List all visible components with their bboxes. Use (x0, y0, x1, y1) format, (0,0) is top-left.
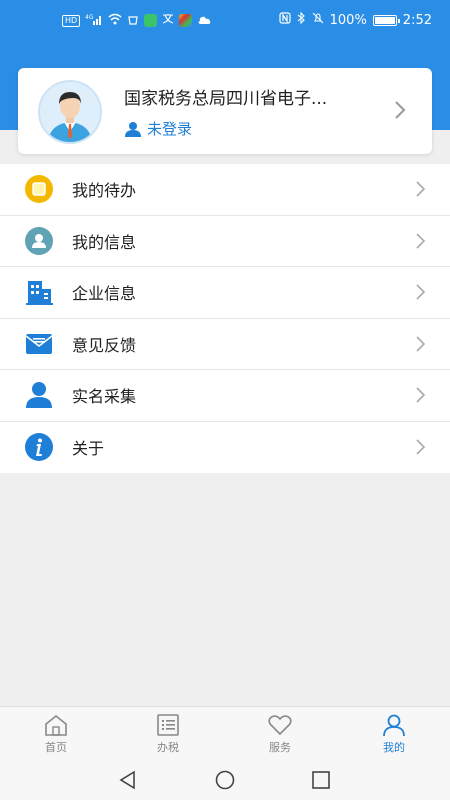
status-bar: HD 4G 100% 2:52 (0, 0, 450, 42)
profile-name: 国家税务总局四川省电子... (124, 89, 328, 109)
heart-icon (268, 715, 292, 736)
menu-list: 我的待办 我的信息 企业信息 意见反馈 实名采集 关于 (0, 164, 450, 473)
home-circle-icon[interactable] (214, 769, 236, 791)
bluetooth-icon (297, 11, 306, 28)
menu-label: 实名采集 (72, 387, 137, 407)
translate-icon (162, 13, 174, 28)
list-icon (157, 714, 179, 736)
info-icon (24, 432, 54, 462)
menu-item-my-info[interactable]: 我的信息 (0, 216, 450, 267)
chevron-right-icon (416, 439, 426, 455)
app-colorful-icon (179, 14, 193, 27)
menu-label: 我的待办 (72, 181, 137, 201)
status-right-icons: 100% 2:52 (279, 11, 432, 28)
avatar (38, 80, 102, 144)
menu-item-todo[interactable]: 我的待办 (0, 164, 450, 216)
signal-icon: 4G (85, 13, 103, 28)
status-time: 2:52 (402, 12, 432, 28)
cloud-icon (197, 14, 211, 28)
user-info-icon (24, 226, 54, 256)
profile-card[interactable]: 国家税务总局四川省电子... 未登录 (18, 68, 432, 154)
menu-label: 关于 (72, 439, 105, 459)
person-icon (24, 380, 54, 410)
chevron-right-icon (416, 233, 426, 249)
chevron-right-icon (416, 284, 426, 300)
menu-item-company-info[interactable]: 企业信息 (0, 267, 450, 319)
chevron-right-icon (395, 101, 406, 119)
chevron-right-icon (416, 387, 426, 403)
bottom-tab-bar: 首页 办税 服务 我的 (0, 706, 450, 758)
chevron-right-icon (416, 336, 426, 352)
building-icon (24, 277, 54, 307)
menu-label: 企业信息 (72, 284, 137, 304)
app-notification-icon (144, 14, 158, 27)
notification-bag-icon (127, 13, 139, 28)
tab-tax[interactable]: 办税 (128, 713, 208, 755)
back-icon[interactable] (117, 769, 139, 791)
menu-label: 意见反馈 (72, 335, 137, 355)
tab-label: 办税 (157, 741, 179, 754)
user-icon (125, 121, 141, 137)
avatar-person-icon (48, 92, 92, 142)
tab-label: 我的 (383, 741, 405, 754)
todo-icon (24, 174, 54, 204)
battery-icon (372, 14, 400, 26)
menu-label: 我的信息 (72, 232, 137, 252)
menu-item-about[interactable]: 关于 (0, 422, 450, 474)
svg-text:4G: 4G (85, 14, 94, 21)
menu-item-feedback[interactable]: 意见反馈 (0, 319, 450, 370)
tab-label: 服务 (269, 741, 291, 754)
tab-label: 首页 (45, 741, 67, 754)
system-navigation-bar (0, 758, 450, 800)
hd-badge: HD (62, 14, 81, 27)
menu-item-realname[interactable]: 实名采集 (0, 370, 450, 422)
home-icon (45, 714, 67, 736)
chevron-right-icon (416, 181, 426, 197)
tab-service[interactable]: 服务 (240, 713, 320, 755)
mail-icon (24, 329, 54, 359)
status-left-icons: HD 4G (62, 13, 211, 28)
recents-icon[interactable] (310, 769, 332, 791)
wifi-icon (108, 13, 122, 28)
tab-me[interactable]: 我的 (354, 713, 434, 755)
tab-home[interactable]: 首页 (16, 713, 96, 755)
mute-icon (312, 12, 324, 28)
nfc-icon (279, 12, 291, 28)
login-status-link[interactable]: 未登录 (124, 118, 192, 139)
me-icon (383, 714, 405, 737)
login-status-text: 未登录 (147, 120, 193, 138)
battery-percentage: 100% (329, 12, 367, 28)
